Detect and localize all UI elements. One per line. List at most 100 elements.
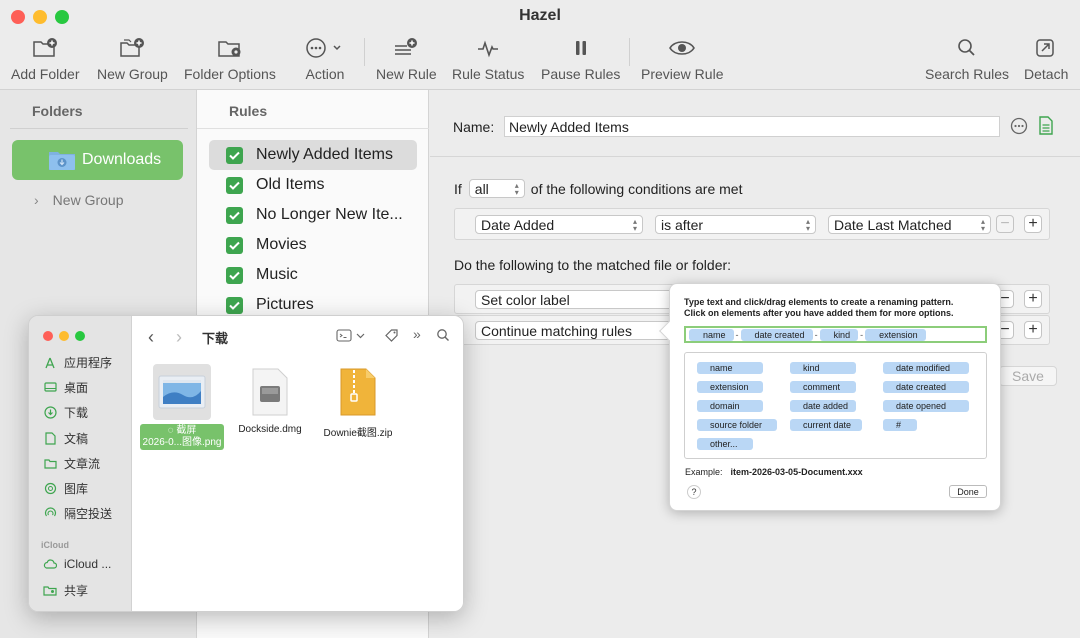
token-comment[interactable]: comment [790, 381, 856, 393]
search-icon[interactable] [436, 328, 450, 347]
tag-icon[interactable] [384, 328, 399, 348]
preview-rule-button[interactable]: Preview Rule [641, 34, 723, 82]
checkmark-icon [229, 181, 240, 190]
action-type-popup[interactable]: Continue matching rules [475, 321, 675, 340]
pause-icon [568, 34, 594, 62]
pattern-token[interactable]: date created [740, 328, 813, 341]
file-thumbnail [329, 364, 387, 420]
list-plus-icon [393, 34, 419, 62]
rule-label: Pictures [256, 296, 314, 313]
more-icon[interactable]: » [413, 326, 421, 342]
token-date-opened[interactable]: date opened [883, 400, 969, 412]
pattern-separator: - [814, 329, 818, 340]
folder-item-downloads[interactable]: Downloads [12, 140, 183, 180]
pattern-token[interactable]: name [689, 328, 734, 341]
action-type-value: Continue matching rules [481, 322, 632, 339]
document-icon [43, 432, 57, 445]
token-date-created[interactable]: date created [883, 381, 969, 393]
file-item[interactable]: ◌ 截屏 2026-0...图像.png [139, 364, 225, 450]
sidebar-item-desktop[interactable]: 桌面 [43, 379, 88, 396]
detach-button[interactable]: Detach [1024, 34, 1068, 82]
condition-operator-popup[interactable]: is after ▴ ▾ [655, 215, 816, 234]
minimize-button[interactable] [59, 331, 69, 341]
rename-pattern-field[interactable]: name - date created - kind - extension [684, 326, 987, 343]
group-item-new-group[interactable]: › New Group [34, 192, 123, 208]
condition-attribute-popup[interactable]: Date Added ▴ ▾ [475, 215, 643, 234]
rule-checkbox[interactable] [226, 236, 243, 254]
rule-options-button[interactable] [1010, 117, 1028, 135]
sidebar-item-airdrop[interactable]: 隔空投送 [43, 505, 112, 522]
token-source-folder[interactable]: source folder [697, 419, 777, 431]
save-button[interactable]: Save [999, 366, 1057, 386]
add-folder-button[interactable]: Add Folder [11, 34, 79, 82]
add-action-button[interactable]: + [1024, 290, 1042, 308]
token-date-modified[interactable]: date modified [883, 362, 969, 374]
rule-checkbox[interactable] [226, 206, 243, 224]
rule-notes-button[interactable] [1038, 116, 1054, 135]
eye-icon [668, 34, 696, 62]
updown-arrows-icon: ▴ ▾ [632, 216, 637, 233]
new-rule-button[interactable]: New Rule [376, 34, 437, 82]
action-type-popup[interactable]: Set color label [475, 290, 675, 309]
rule-item[interactable]: Old Items [209, 170, 417, 200]
token-kind[interactable]: kind [790, 362, 856, 374]
airdrop-icon [43, 507, 57, 520]
divider [10, 128, 188, 129]
sidebar-item-articles[interactable]: 文章流 [43, 455, 100, 472]
chevron-right-icon[interactable]: › [34, 192, 39, 208]
action-button[interactable]: Action [304, 34, 346, 82]
rule-item[interactable]: No Longer New Ite... [209, 200, 417, 230]
rule-checkbox[interactable] [226, 146, 243, 164]
pattern-token[interactable]: extension [865, 328, 926, 341]
path-menu-button[interactable] [336, 329, 365, 342]
sidebar-item-icloud[interactable]: iCloud ... [43, 557, 111, 571]
token-name[interactable]: name [697, 362, 763, 374]
rule-checkbox[interactable] [226, 266, 243, 284]
sidebar-item-shared[interactable]: 共享 [43, 582, 88, 599]
token-current-date[interactable]: current date [790, 419, 862, 431]
token-domain[interactable]: domain [697, 400, 763, 412]
token-other[interactable]: other... [697, 438, 753, 450]
match-mode-popup[interactable]: all ▴ ▾ [468, 179, 525, 198]
updown-arrows-icon: ▴ ▾ [514, 180, 519, 197]
finder-sidebar: 应用程序 桌面 下载 文稿 文章流 图库 隔空投送 iCloud iCloud … [29, 316, 132, 611]
add-action-button[interactable]: + [1024, 321, 1042, 339]
pause-rules-button[interactable]: Pause Rules [541, 34, 620, 82]
add-condition-button[interactable]: + [1024, 215, 1042, 233]
actions-header: Do the following to the matched file or … [454, 257, 732, 273]
rule-item[interactable]: Movies [209, 230, 417, 260]
back-icon[interactable]: ‹ [148, 327, 154, 348]
close-button[interactable] [43, 331, 53, 341]
new-group-button[interactable]: New Group [97, 34, 168, 82]
sidebar-item-photos[interactable]: 图库 [43, 480, 88, 497]
zoom-button[interactable] [75, 331, 85, 341]
rule-status-button[interactable]: Rule Status [452, 34, 524, 82]
ellipsis-circle-icon [1010, 117, 1028, 135]
token-extension[interactable]: extension [697, 381, 763, 393]
rule-name-field[interactable] [504, 116, 1000, 137]
remove-condition-button[interactable]: − [996, 215, 1014, 233]
rule-item[interactable]: Newly Added Items [209, 140, 417, 170]
rule-checkbox[interactable] [226, 296, 243, 314]
forward-icon[interactable]: › [176, 327, 182, 348]
search-rules-button[interactable]: Search Rules [925, 34, 1009, 82]
file-item[interactable]: Downie截图.zip [318, 364, 398, 439]
pattern-token[interactable]: kind [819, 328, 859, 341]
rule-label: No Longer New Ite... [256, 206, 403, 223]
help-button[interactable]: ? [687, 485, 701, 499]
rule-item[interactable]: Music [209, 260, 417, 290]
conditions-header: If all ▴ ▾ of the following conditions ar… [454, 179, 742, 198]
token-date-added[interactable]: date added [790, 400, 856, 412]
rule-checkbox[interactable] [226, 176, 243, 194]
sidebar-item-apps[interactable]: 应用程序 [43, 354, 112, 371]
plus-icon: + [1028, 215, 1038, 232]
sidebar-item-documents[interactable]: 文稿 [43, 430, 88, 447]
condition-value-popup[interactable]: Date Last Matched ▴ ▾ [828, 215, 991, 234]
finder-content: ‹ › 下载 » ◌ 截屏 2026-0...图像.png Dockside.d… [132, 316, 463, 611]
sidebar-item-downloads[interactable]: 下载 [43, 404, 88, 421]
file-item[interactable]: Dockside.dmg [230, 364, 310, 435]
folder-options-button[interactable]: Folder Options [184, 34, 276, 82]
token-number[interactable]: # [883, 419, 917, 431]
done-button[interactable]: Done [949, 485, 987, 498]
match-mode-value: all [474, 180, 489, 197]
